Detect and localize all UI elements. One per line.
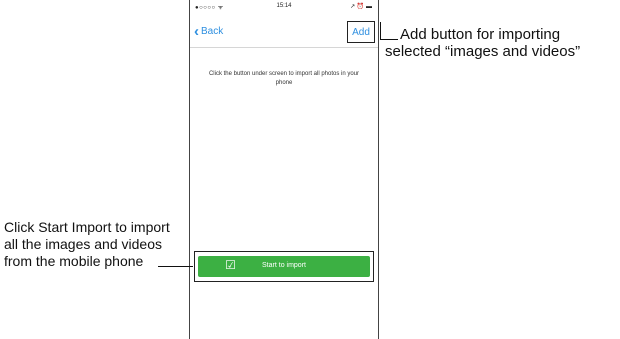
add-button[interactable]: Add (347, 21, 375, 43)
back-label: Back (201, 26, 224, 37)
start-import-label: Start to import (262, 262, 306, 269)
add-callout-line1: Add button for importing (400, 26, 561, 43)
phone-screen: ●○○○○ ᯤ 15:14 ↗ ⏰ ▬ ‹ Back Add Click the… (189, 0, 379, 339)
start-import-highlight: ☑ Start to import (194, 251, 374, 282)
status-bar: ●○○○○ ᯤ 15:14 ↗ ⏰ ▬ (190, 0, 378, 13)
back-button[interactable]: ‹ Back (194, 22, 224, 40)
add-callout-line-vertical (380, 22, 381, 40)
battery-icon: ↗ ⏰ ▬ (350, 4, 372, 10)
add-callout-text: Add button for importing selected “image… (385, 26, 620, 60)
chevron-left-icon: ‹ (194, 22, 199, 40)
add-callout-line2: selected “images and videos” (385, 43, 581, 60)
start-callout-text: Click Start Import to import all the ima… (4, 219, 170, 269)
start-import-button[interactable]: ☑ Start to import (198, 256, 370, 277)
navigation-bar: ‹ Back Add (190, 15, 378, 48)
add-label: Add (352, 26, 370, 38)
instruction-text: Click the button under screen to import … (208, 71, 360, 86)
